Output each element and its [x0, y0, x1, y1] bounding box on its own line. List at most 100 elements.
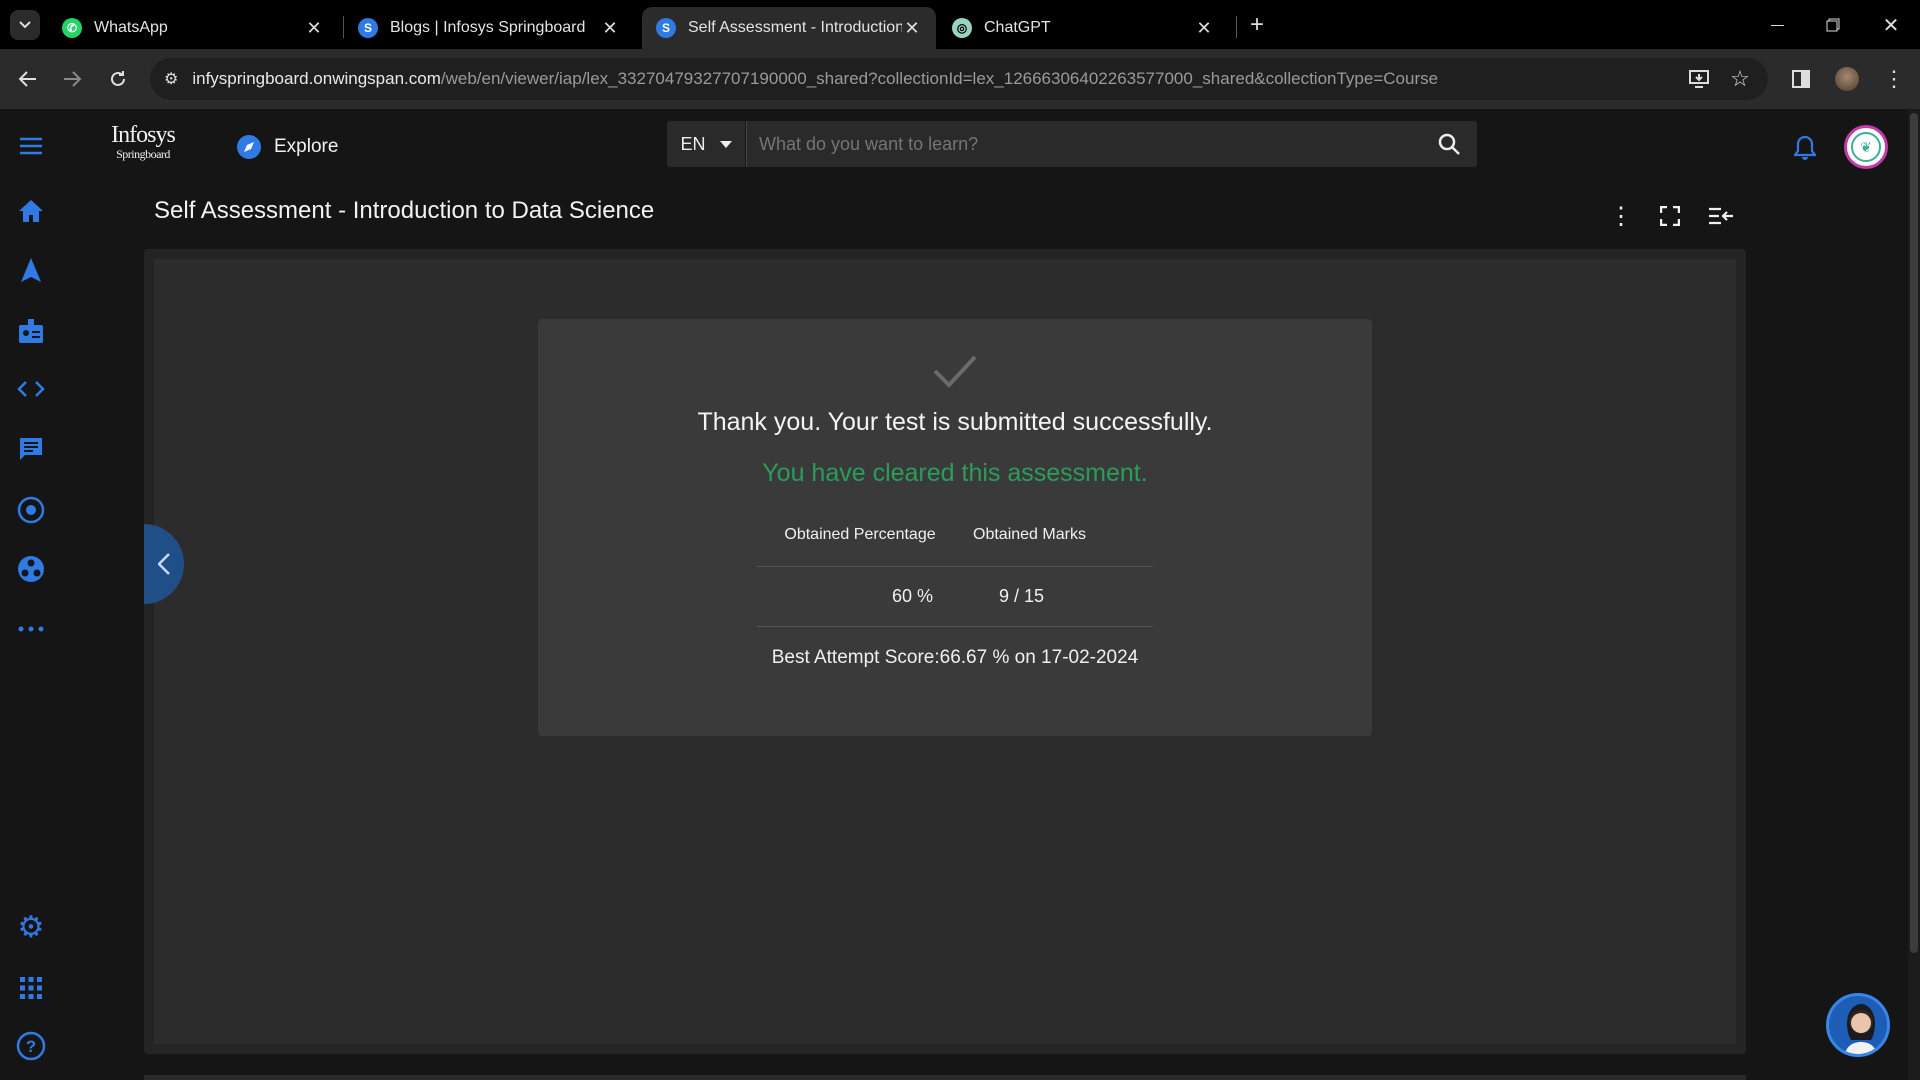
apps-grid-icon: [20, 977, 42, 999]
result-card: Thank you. Your test is submitted succes…: [538, 319, 1372, 736]
forward-button[interactable]: [56, 63, 88, 95]
search-button[interactable]: [1421, 132, 1477, 156]
minimize-button[interactable]: [1762, 10, 1792, 40]
more-horizontal-icon: [18, 626, 44, 632]
more-vertical-icon: ⋮: [1883, 66, 1905, 91]
assistant-avatar: [1844, 1004, 1878, 1054]
search-icon: [1438, 133, 1460, 155]
gear-icon: ⚙: [17, 911, 45, 944]
nav-community[interactable]: [14, 552, 48, 586]
tab-self-assessment[interactable]: S Self Assessment - Introduction t ✕: [642, 7, 936, 49]
explore-link[interactable]: Explore: [236, 131, 338, 163]
infosys-logo[interactable]: Infosys Springboard: [110, 123, 176, 169]
profile-button[interactable]: [1831, 63, 1863, 95]
nav-badge[interactable]: [14, 314, 48, 348]
chatgpt-icon: ◎: [952, 18, 972, 38]
close-icon[interactable]: ✕: [600, 18, 620, 39]
user-avatar[interactable]: ❦: [1844, 125, 1888, 169]
springboard-icon: S: [656, 18, 676, 38]
tab-label: ChatGPT: [984, 19, 1051, 36]
percentage-value: 60 %: [891, 585, 933, 606]
more-options-button[interactable]: ⋮: [1608, 202, 1634, 230]
star-icon: ☆: [1730, 66, 1750, 91]
code-icon: [17, 381, 45, 397]
cleared-message: You have cleared this assessment.: [762, 459, 1148, 487]
new-tab-button[interactable]: +: [1242, 10, 1272, 40]
side-panel-button[interactable]: [1785, 63, 1817, 95]
side-panel-icon: [1792, 70, 1810, 88]
install-app-button[interactable]: [1683, 63, 1715, 95]
content-viewer: Thank you. Your test is submitted succes…: [144, 249, 1746, 1054]
chat-icon: [20, 438, 42, 460]
address-bar[interactable]: ⚙ infyspringboard.onwingspan.com /web/en…: [150, 58, 1768, 100]
close-icon[interactable]: ✕: [902, 18, 922, 39]
table-row: 60 % 9 / 15: [757, 566, 1153, 626]
close-window-button[interactable]: ✕: [1876, 10, 1906, 40]
side-navigation: ⚙ ?: [0, 109, 62, 1080]
avatar: [1835, 67, 1859, 91]
target-icon: [17, 496, 45, 524]
fullscreen-button[interactable]: [1657, 203, 1683, 229]
nav-home[interactable]: [14, 194, 48, 228]
logo-wordmark: Infosys: [111, 122, 176, 148]
page-scrollbar[interactable]: [1908, 109, 1920, 1080]
toggle-contents-button[interactable]: [1706, 203, 1736, 229]
restore-button[interactable]: [1818, 10, 1848, 40]
nav-more[interactable]: [14, 612, 48, 646]
nav-settings[interactable]: ⚙: [14, 911, 48, 945]
avatar-icon: ❦: [1851, 132, 1881, 162]
tab-label: Blogs | Infosys Springboard: [390, 19, 586, 36]
hamburger-icon: [20, 137, 42, 155]
explore-label: Explore: [274, 136, 339, 157]
browser-tab-strip: ✆ WhatsApp ✕ S Blogs | Infosys Springboa…: [0, 0, 1920, 49]
close-icon[interactable]: ✕: [1194, 18, 1214, 39]
caret-down-icon: [719, 140, 732, 148]
nav-target[interactable]: [14, 493, 48, 527]
browser-toolbar: ⚙ infyspringboard.onwingspan.com /web/en…: [0, 49, 1920, 109]
restore-icon: [1826, 18, 1840, 32]
tab-chatgpt[interactable]: ◎ ChatGPT ✕: [938, 7, 1228, 49]
back-button[interactable]: [12, 63, 44, 95]
submission-message: Thank you. Your test is submitted succes…: [697, 408, 1213, 436]
tab-blogs[interactable]: S Blogs | Infosys Springboard ✕: [344, 7, 634, 49]
community-icon: [18, 556, 44, 582]
search-bar: [746, 121, 1477, 167]
close-icon[interactable]: ✕: [304, 18, 324, 39]
nav-code[interactable]: [14, 372, 48, 406]
logo-subtitle: Springboard: [116, 147, 170, 161]
bell-icon: [1794, 135, 1816, 160]
tab-whatsapp[interactable]: ✆ WhatsApp ✕: [48, 7, 338, 49]
nav-chat[interactable]: [14, 432, 48, 466]
minimize-icon: [1770, 24, 1784, 26]
menu-button[interactable]: [14, 129, 48, 163]
arrow-left-icon: [19, 71, 36, 87]
score-table: Obtained Percentage Obtained Marks 60 % …: [757, 522, 1153, 627]
scrollbar-thumb[interactable]: [1910, 113, 1918, 953]
fullscreen-icon: [1660, 206, 1680, 226]
tab-label: Self Assessment - Introduction t: [688, 19, 902, 36]
chevron-left-icon: [158, 553, 170, 575]
checkmark-icon: [933, 355, 977, 388]
nav-apps[interactable]: [14, 971, 48, 1005]
nav-help[interactable]: ?: [14, 1029, 48, 1063]
search-input[interactable]: [747, 133, 1421, 155]
notifications-button[interactable]: [1790, 133, 1820, 163]
url-path: /web/en/viewer/iap/lex_33270479327707190…: [440, 69, 1439, 88]
reload-icon: [111, 71, 125, 86]
marks-value: 9 / 15: [999, 585, 1045, 606]
column-header: Obtained Marks: [973, 525, 1086, 543]
more-vertical-icon: ⋮: [1609, 202, 1633, 230]
whatsapp-icon: ✆: [62, 18, 82, 38]
language-select[interactable]: EN: [667, 121, 745, 167]
navigation-arrow-icon: [21, 258, 41, 282]
browser-menu-button[interactable]: ⋮: [1878, 63, 1910, 95]
table-header-row: Obtained Percentage Obtained Marks: [757, 522, 1153, 566]
assistant-chat-button[interactable]: [1826, 993, 1890, 1057]
tab-search-button[interactable]: [10, 10, 40, 40]
nav-navigate[interactable]: [14, 253, 48, 287]
bookmark-button[interactable]: ☆: [1724, 63, 1756, 95]
reload-button[interactable]: [102, 63, 134, 95]
compass-icon: [237, 135, 261, 159]
site-info-icon[interactable]: ⚙: [164, 69, 178, 89]
id-badge-icon: [19, 319, 43, 343]
